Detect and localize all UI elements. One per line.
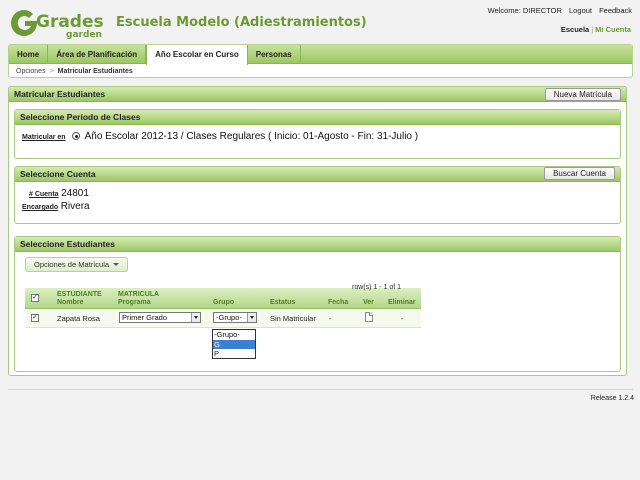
matricular-panel: Matricular Estudiantes Nueva Matrícula S… — [8, 86, 627, 376]
mi-cuenta-link[interactable]: Mi Cuenta — [595, 25, 631, 34]
tab-ano-escolar-en-curso[interactable]: Año Escolar en Curso — [146, 45, 248, 65]
breadcrumb-opciones[interactable]: Opciones — [16, 68, 46, 75]
guardian-row: Encargado Rivera — [22, 201, 90, 212]
encargado-value: Rivera — [60, 201, 90, 212]
select-all-checkbox[interactable]: ✓ — [31, 294, 39, 302]
tab-bar: Home Área de Planificación Año Escolar e… — [9, 45, 632, 65]
header-programa[interactable]: Programa — [118, 299, 151, 307]
opciones-matricula-button[interactable]: Opciones de Matrícula — [25, 257, 129, 272]
header-fecha[interactable]: Fecha — [328, 299, 348, 307]
cuenta-number-value: 24801 — [61, 188, 89, 199]
grupo-dropdown-list: -Grupo- G P — [212, 329, 256, 359]
table-row: ✓ Zapata Rosa Primer Grado -Grupo- Sin M… — [25, 309, 421, 328]
logo-text: Grades — [36, 12, 104, 32]
dropdown-arrow-icon — [191, 313, 200, 322]
period-row: Matricular en Año Escolar 2012-13 / Clas… — [22, 131, 418, 142]
footer-divider — [8, 389, 633, 390]
breadcrumb: Opciones > Matricular Estudiantes — [16, 68, 133, 75]
grades-garden-logo[interactable]: Grades garden — [8, 6, 108, 40]
students-section-title: Seleccione Estudiantes — [20, 239, 115, 249]
account-section: Seleccione Cuenta Buscar Cuenta # Cuenta… — [14, 166, 621, 224]
header-ver: Ver — [363, 299, 374, 306]
dropdown-arrow-icon — [247, 313, 256, 322]
logout-link[interactable]: Logout — [569, 6, 592, 15]
matricular-en-label: Matricular en — [22, 134, 66, 141]
grupo-option-none[interactable]: -Grupo- — [213, 330, 255, 340]
buscar-cuenta-button[interactable]: Buscar Cuenta — [544, 167, 615, 180]
release-version: Release 1.2.4 — [590, 395, 634, 402]
header-estudiante[interactable]: ESTUDIANTE — [57, 291, 102, 299]
main-navigation: Home Área de Planificación Año Escolar e… — [8, 44, 633, 78]
table-header: ✓ ESTUDIANTE Nombre MATRICULA Programa G… — [25, 288, 421, 309]
account-section-title: Seleccione Cuenta — [20, 169, 96, 179]
period-section-title: Seleccione Período de Clases — [20, 112, 141, 122]
tab-area-planificacion[interactable]: Área de Planificación — [48, 45, 147, 64]
students-section: Seleccione Estudiantes Opciones de Matrí… — [14, 236, 621, 372]
header-eliminar: Eliminar — [388, 299, 416, 306]
programa-selected-value: Primer Grado — [122, 313, 168, 322]
tab-personas[interactable]: Personas — [248, 45, 301, 64]
header-nombre[interactable]: Nombre — [57, 299, 83, 307]
encargado-label: Encargado — [22, 204, 59, 211]
period-section: Seleccione Período de Clases Matricular … — [14, 109, 621, 159]
opciones-matricula-label: Opciones de Matrícula — [34, 260, 110, 269]
account-number-row: # Cuenta 24801 — [29, 188, 89, 199]
escuela-link[interactable]: Escuela — [561, 25, 589, 34]
nueva-matricula-button[interactable]: Nueva Matrícula — [544, 88, 621, 101]
programa-select[interactable]: Primer Grado — [119, 312, 201, 323]
logo-subtext: garden — [66, 30, 102, 40]
tab-home[interactable]: Home — [9, 45, 49, 64]
period-section-header: Seleccione Período de Clases — [15, 110, 620, 125]
panel-title: Matricular Estudiantes — [14, 89, 106, 99]
breadcrumb-current: Matricular Estudiantes — [57, 68, 133, 75]
row-checkbox[interactable]: ✓ — [31, 314, 39, 322]
student-eliminar[interactable]: - — [401, 314, 404, 323]
account-section-header: Seleccione Cuenta Buscar Cuenta — [15, 167, 620, 182]
period-radio[interactable] — [72, 132, 81, 140]
breadcrumb-separator-icon: > — [49, 68, 54, 75]
grupo-select[interactable]: -Grupo- — [213, 312, 257, 323]
header-matricula[interactable]: MATRICULA — [118, 291, 159, 299]
pagination-info: row(s) 1 - 1 of 1 — [352, 284, 402, 291]
link-separator: | — [591, 25, 594, 34]
header-grupo[interactable]: Grupo — [213, 299, 234, 307]
view-document-icon[interactable] — [365, 312, 373, 322]
grupo-option-g[interactable]: G — [213, 339, 255, 349]
grupo-option-p[interactable]: P — [213, 349, 255, 359]
students-section-header: Seleccione Estudiantes — [15, 237, 620, 252]
header-estatus[interactable]: Estatus — [270, 299, 295, 307]
student-fecha: - — [329, 314, 332, 323]
account-links: Escuela | Mi Cuenta — [561, 25, 631, 34]
panel-header: Matricular Estudiantes Nueva Matrícula — [9, 87, 626, 102]
header: Grades garden Escuela Modelo (Adiestrami… — [0, 0, 640, 44]
feedback-link[interactable]: Feedback — [599, 6, 632, 15]
student-name: Zapata Rosa — [57, 314, 100, 323]
period-value: Año Escolar 2012-13 / Clases Regulares (… — [84, 131, 419, 142]
grupo-selected-value: -Grupo- — [216, 313, 242, 322]
student-status: Sin Matricular — [270, 314, 316, 323]
cuenta-number-label: # Cuenta — [29, 191, 59, 198]
chevron-down-icon — [113, 263, 120, 266]
school-title: Escuela Modelo (Adiestramientos) — [116, 15, 367, 30]
welcome-text: Welcome: DIRECTOR — [487, 6, 562, 15]
user-links: Welcome: DIRECTOR Logout Feedback — [483, 6, 632, 15]
